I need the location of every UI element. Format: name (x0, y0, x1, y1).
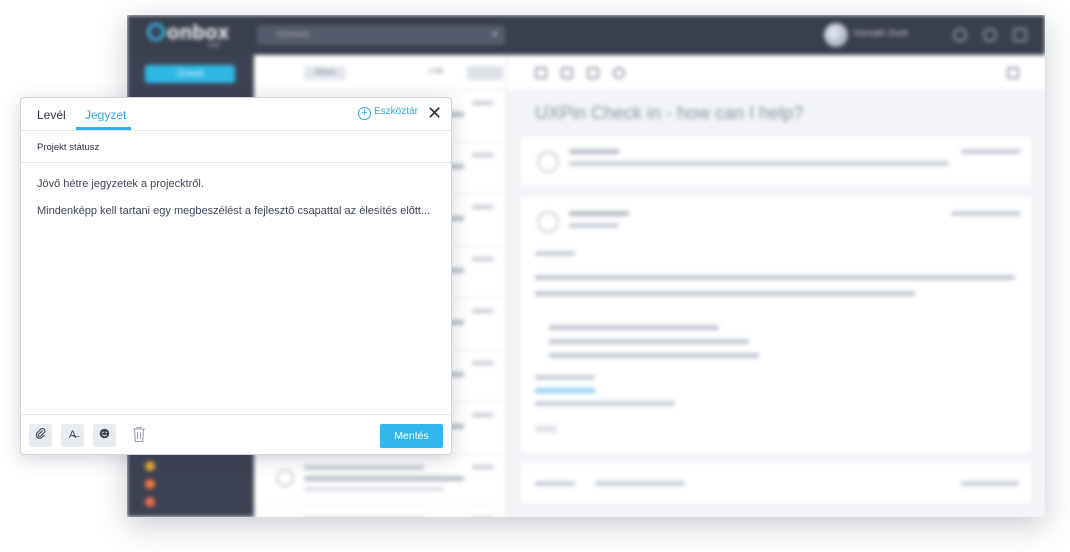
tag-icon[interactable] (613, 67, 625, 79)
trash-icon[interactable] (132, 426, 146, 443)
sort-chip[interactable]: Dátum (304, 66, 346, 80)
search-input[interactable]: Keresés ▾ (257, 25, 505, 45)
reply-bar[interactable] (521, 463, 1031, 503)
chevron-down-icon: ▾ (492, 29, 497, 39)
tab-note[interactable]: Jegyzet (85, 108, 126, 122)
note-title-field[interactable]: Projekt státusz (21, 132, 451, 163)
reading-pane: UXPin Check in - how can I help? (507, 55, 1045, 517)
sidebar-label[interactable] (145, 479, 159, 489)
note-body-line: Mindenképp kell tartani egy megbeszélést… (37, 205, 431, 217)
calendar-icon[interactable] (587, 67, 599, 79)
list-pagination[interactable] (467, 66, 503, 80)
note-dialog-header: Levél Jegyzet + Eszköztár ✕ (21, 98, 451, 131)
help-icon[interactable] (983, 28, 997, 42)
print-icon[interactable] (561, 67, 573, 79)
emoji-icon[interactable] (93, 424, 116, 447)
note-body-line: Jövő hétre jegyzetek a projecktről. (37, 178, 204, 190)
text-format-icon[interactable]: A̶ (61, 424, 84, 447)
archive-icon[interactable] (535, 67, 547, 79)
sidebar-label[interactable] (145, 497, 159, 507)
logout-icon[interactable] (1013, 28, 1027, 42)
email-card-expanded (521, 197, 1031, 453)
note-dialog-footer: A̶ Mentés (21, 414, 451, 454)
app-topbar: onbox mail Keresés ▾ Horváth Zsolt (127, 15, 1045, 55)
note-dialog: Levél Jegyzet + Eszköztár ✕ Projekt státu… (20, 97, 452, 455)
sidebar-label[interactable] (145, 461, 159, 471)
list-item[interactable] (254, 507, 506, 517)
toolbar-toggle-button[interactable]: + Eszköztár (358, 106, 418, 120)
new-mail-button[interactable]: Új levél (145, 65, 235, 83)
plus-circle-icon: + (358, 107, 371, 120)
note-title: Projekt státusz (37, 142, 100, 153)
settings-icon[interactable] (953, 28, 967, 42)
list-item[interactable] (254, 455, 506, 507)
note-body-editor[interactable]: Jövő hétre jegyzetek a projecktről. Mind… (37, 177, 437, 231)
app-logo-sub: mail (207, 42, 220, 49)
save-button[interactable]: Mentés (380, 424, 443, 448)
list-count: 1-50 (429, 68, 444, 75)
attachment-icon[interactable] (29, 424, 52, 447)
email-card-collapsed[interactable] (521, 137, 1031, 185)
tab-letter[interactable]: Levél (37, 108, 66, 122)
trash-icon[interactable] (1007, 67, 1019, 79)
close-icon[interactable]: ✕ (427, 104, 442, 122)
toolbar-toggle-label: Eszköztár (374, 106, 418, 117)
avatar[interactable] (824, 23, 848, 47)
email-subject: UXPin Check in - how can I help? (535, 103, 804, 123)
user-name[interactable]: Horváth Zsolt (854, 28, 908, 38)
list-header: Dátum 1-50 (254, 55, 506, 91)
reading-toolbar (507, 55, 1045, 91)
active-tab-indicator (76, 127, 131, 130)
screen: onbox mail Keresés ▾ Horváth Zsolt Új lev… (0, 0, 1070, 552)
